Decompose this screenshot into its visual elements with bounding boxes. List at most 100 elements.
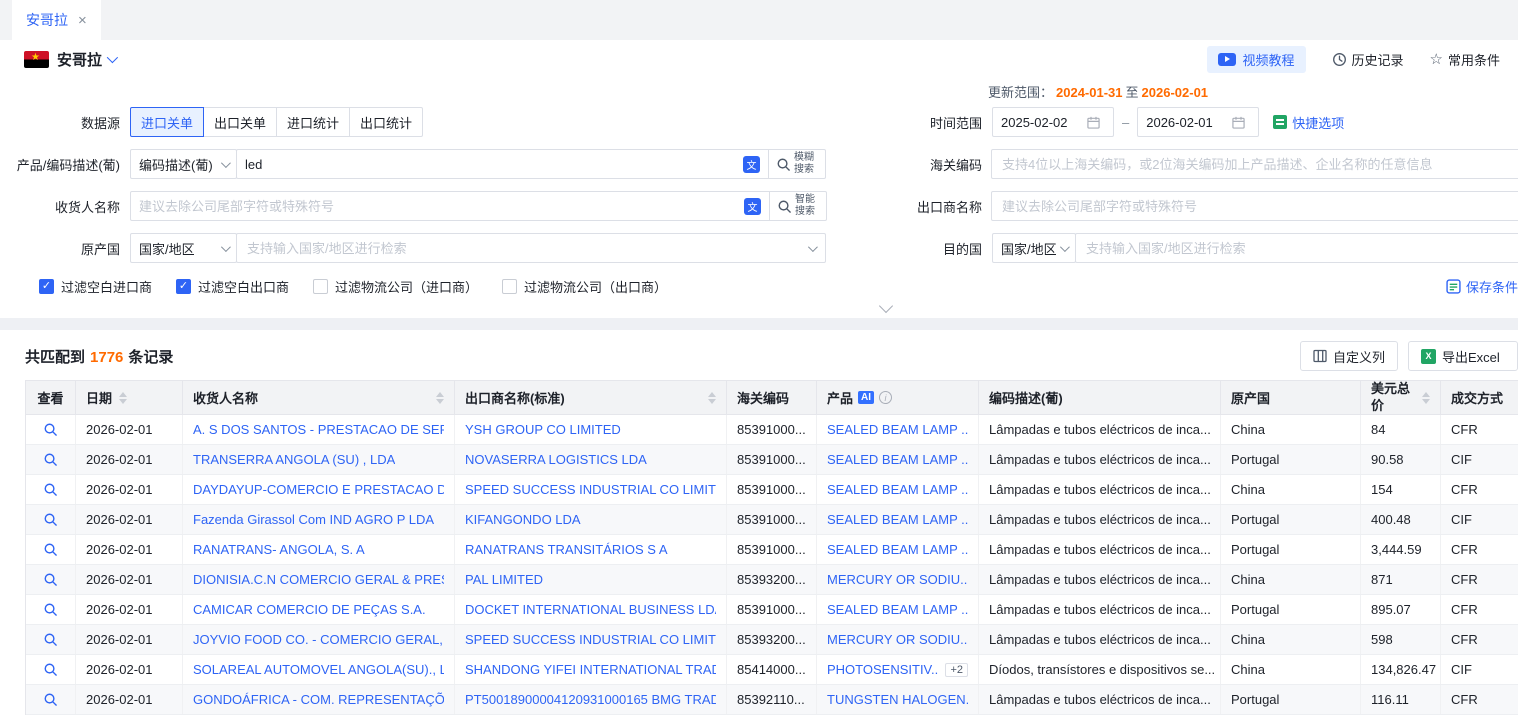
video-tutorial-button[interactable]: 视频教程: [1207, 46, 1306, 73]
quick-options-link[interactable]: 快捷选项: [1273, 113, 1344, 132]
view-detail-icon[interactable]: [43, 572, 58, 587]
cell-exporter-link[interactable]: SPEED SUCCESS INDUSTRIAL CO LIMITED: [465, 482, 716, 497]
date-from-input[interactable]: [1001, 115, 1081, 130]
cell-product-link[interactable]: SEALED BEAM LAMP ...: [827, 452, 968, 467]
cell-description: Lâmpadas e tubos eléctricos de inca...: [979, 595, 1221, 624]
filter-checkbox[interactable]: 过滤物流公司（出口商）: [502, 277, 667, 296]
cell-consignee-link[interactable]: CAMICAR COMERCIO DE PEÇAS S.A.: [193, 602, 426, 617]
destination-country-input[interactable]: [1086, 241, 1511, 256]
view-detail-icon[interactable]: [43, 602, 58, 617]
hs-code-input[interactable]: [1002, 157, 1511, 172]
cell-date: 2026-02-01: [76, 535, 183, 564]
cell-product-link[interactable]: SEALED BEAM LAMP ...: [827, 602, 968, 617]
checkbox-unchecked-icon[interactable]: [502, 279, 517, 294]
product-extra-badge[interactable]: +2: [945, 663, 968, 677]
cell-consignee-link[interactable]: GONDOÁFRICA - COM. REPRESENTAÇÕES ...: [193, 692, 444, 707]
data-source-tab[interactable]: 出口关单: [203, 107, 277, 137]
smart-search-label: 智能搜索: [795, 194, 819, 218]
cell-consignee-link[interactable]: SOLAREAL AUTOMOVEL ANGOLA(SU)., LDA: [193, 662, 444, 677]
fuzzy-search-button[interactable]: 模糊搜索: [768, 150, 825, 178]
checkbox-unchecked-icon[interactable]: [313, 279, 328, 294]
translate-icon[interactable]: 文: [743, 156, 760, 173]
cell-product-link[interactable]: SEALED BEAM LAMP ...: [827, 512, 968, 527]
customize-columns-button[interactable]: 自定义列: [1300, 341, 1398, 371]
view-detail-icon[interactable]: [43, 542, 58, 557]
filter-checkbox[interactable]: 过滤物流公司（进口商）: [313, 277, 478, 296]
column-header-usd-total[interactable]: 美元总价: [1361, 381, 1441, 414]
cell-consignee-link[interactable]: RANATRANS- ANGOLA, S. A: [193, 542, 365, 557]
column-header-consignee[interactable]: 收货人名称: [183, 381, 455, 414]
column-header-hs-code: 海关编码: [727, 381, 817, 414]
cell-exporter-link[interactable]: SPEED SUCCESS INDUSTRIAL CO LIMITED: [465, 632, 716, 647]
cell-exporter-link[interactable]: RANATRANS TRANSITÁRIOS S A: [465, 542, 668, 557]
cell-product-link[interactable]: SEALED BEAM LAMP ...: [827, 422, 968, 437]
cell-exporter-link[interactable]: KIFANGONDO LDA: [465, 512, 581, 527]
cell-consignee-link[interactable]: DIONISIA.C.N COMERCIO GERAL & PRESTA...: [193, 572, 444, 587]
cell-consignee-link[interactable]: JOYVIO FOOD CO. - COMERCIO GERAL, LDA: [193, 632, 444, 647]
save-conditions-button[interactable]: 保存条件: [1446, 277, 1518, 296]
view-detail-icon[interactable]: [43, 662, 58, 677]
tab-angola[interactable]: 安哥拉 ×: [12, 0, 101, 40]
cell-terms: CFR: [1441, 625, 1518, 654]
sort-icons[interactable]: [436, 392, 444, 404]
cell-description: Díodos, transístores e dispositivos se..…: [979, 655, 1221, 684]
checkbox-checked-icon[interactable]: ✓: [176, 279, 191, 294]
app-window: 安哥拉 × 安哥拉 视频教程 历史记录 ☆ 常用条件 更新范围：: [0, 0, 1518, 717]
origin-country-select[interactable]: 国家/地区: [130, 233, 237, 263]
date-to-input[interactable]: [1146, 115, 1226, 130]
date-to-picker[interactable]: [1137, 107, 1259, 137]
export-excel-button[interactable]: X 导出Excel: [1408, 341, 1518, 371]
consignee-input[interactable]: [131, 199, 744, 214]
data-source-tab[interactable]: 出口统计: [349, 107, 423, 137]
view-detail-icon[interactable]: [43, 692, 58, 707]
checkbox-checked-icon[interactable]: ✓: [39, 279, 54, 294]
data-source-tab[interactable]: 进口关单: [130, 107, 204, 137]
update-to-date: 2026-02-01: [1142, 85, 1209, 100]
history-button[interactable]: 历史记录: [1332, 50, 1404, 69]
origin-country-input[interactable]: [247, 241, 808, 256]
exporter-input[interactable]: [1002, 199, 1511, 214]
destination-country-select[interactable]: 国家/地区: [992, 233, 1076, 263]
cell-exporter-link[interactable]: YSH GROUP CO LIMITED: [465, 422, 621, 437]
view-detail-icon[interactable]: [43, 632, 58, 647]
cell-exporter-link[interactable]: SHANDONG YIFEI INTERNATIONAL TRADIN...: [465, 662, 716, 677]
sort-icons[interactable]: [708, 392, 716, 404]
smart-search-button[interactable]: 智能搜索: [769, 192, 826, 220]
update-from-date: 2024-01-31: [1056, 85, 1123, 100]
filter-checkbox[interactable]: ✓过滤空白进口商: [39, 277, 152, 296]
cell-product-link[interactable]: SEALED BEAM LAMP ...: [827, 542, 968, 557]
cell-product-link[interactable]: MERCURY OR SODIU...: [827, 572, 968, 587]
cell-product-link[interactable]: TUNGSTEN HALOGEN...: [827, 692, 968, 707]
cell-description: Lâmpadas e tubos eléctricos de inca...: [979, 535, 1221, 564]
date-from-picker[interactable]: [992, 107, 1114, 137]
cell-product-link[interactable]: PHOTOSENSITIV...: [827, 662, 939, 677]
cell-exporter-link[interactable]: PT50018900004120931000165 BMG TRADI...: [465, 692, 716, 707]
cell-consignee-link[interactable]: TRANSERRA ANGOLA (SU) , LDA: [193, 452, 395, 467]
cell-exporter-link[interactable]: PAL LIMITED: [465, 572, 543, 587]
cell-exporter-link[interactable]: NOVASERRA LOGISTICS LDA: [465, 452, 647, 467]
cell-exporter-link[interactable]: DOCKET INTERNATIONAL BUSINESS LDA: [465, 602, 716, 617]
cell-consignee-link[interactable]: Fazenda Girassol Com IND AGRO P LDA: [193, 512, 434, 527]
info-icon[interactable]: i: [879, 391, 892, 404]
view-detail-icon[interactable]: [43, 452, 58, 467]
view-detail-icon[interactable]: [43, 422, 58, 437]
product-field-select[interactable]: 编码描述(葡): [130, 149, 237, 179]
close-tab-icon[interactable]: ×: [78, 12, 87, 29]
chevron-down-icon[interactable]: [107, 52, 118, 63]
collapse-filters-button[interactable]: [879, 299, 893, 313]
cell-consignee-link[interactable]: A. S DOS SANTOS - PRESTACAO DE SERVIC...: [193, 422, 444, 437]
cell-product-link[interactable]: MERCURY OR SODIU...: [827, 632, 968, 647]
column-header-date[interactable]: 日期: [76, 381, 183, 414]
sort-icons[interactable]: [119, 392, 127, 404]
translate-icon[interactable]: 文: [744, 198, 761, 215]
column-header-exporter[interactable]: 出口商名称(标准): [455, 381, 727, 414]
sort-icons[interactable]: [1422, 392, 1430, 404]
data-source-tab[interactable]: 进口统计: [276, 107, 350, 137]
filter-checkbox[interactable]: ✓过滤空白出口商: [176, 277, 289, 296]
view-detail-icon[interactable]: [43, 482, 58, 497]
cell-consignee-link[interactable]: DAYDAYUP-COMERCIO E PRESTACAO DE S...: [193, 482, 444, 497]
cell-product-link[interactable]: SEALED BEAM LAMP ...: [827, 482, 968, 497]
product-search-input[interactable]: [237, 157, 743, 172]
favorites-button[interactable]: ☆ 常用条件: [1430, 50, 1500, 69]
view-detail-icon[interactable]: [43, 512, 58, 527]
